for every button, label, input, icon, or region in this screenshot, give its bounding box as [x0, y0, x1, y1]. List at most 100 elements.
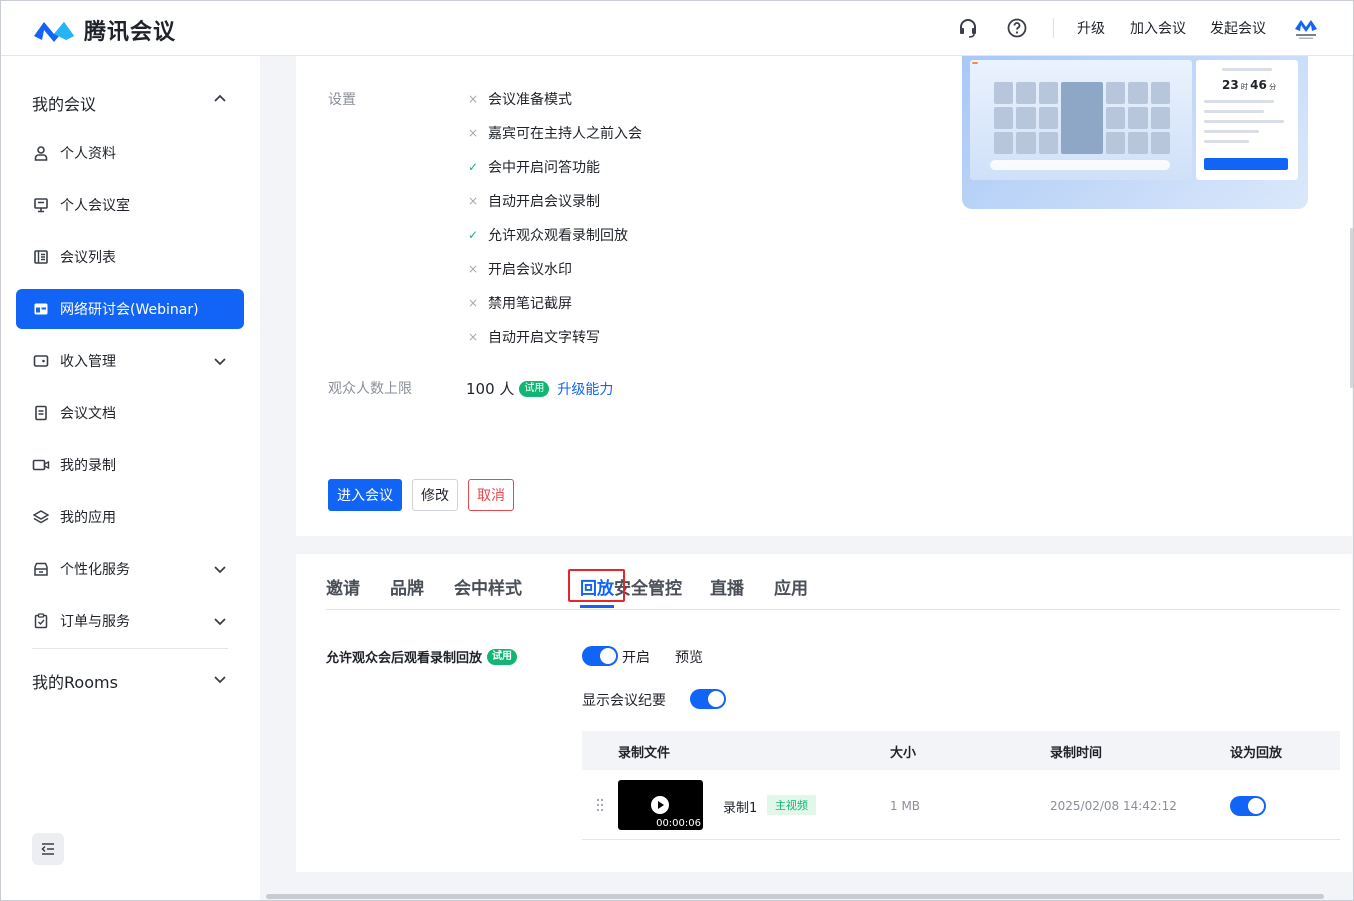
column-header: 设为回放: [1230, 746, 1283, 761]
column-header: 录制时间: [1050, 746, 1103, 761]
chevron-down-icon[interactable]: [212, 561, 228, 577]
recording-size: 1 MB: [890, 799, 921, 813]
preview-register-button: [1204, 158, 1288, 170]
trial-badge: 试用: [519, 380, 550, 397]
sidebar-item-personalized[interactable]: 个性化服务: [16, 549, 244, 589]
sidebar-item-personal-room[interactable]: 个人会议室: [16, 185, 244, 225]
sidebar-item-label: 网络研讨会(Webinar): [60, 302, 199, 318]
sidebar-group-my-rooms[interactable]: 我的Rooms: [32, 669, 118, 693]
table-header: 录制文件 大小 录制时间 设为回放: [582, 731, 1340, 770]
sidebar: 我的会议 个人资料 个人会议室 会议列表 网络研讨会(Webinar) 收入管理…: [0, 56, 260, 901]
sidebar-item-label: 收入管理: [60, 354, 116, 370]
sidebar-divider: [32, 648, 228, 649]
tab-highlight-box: [568, 569, 625, 602]
sidebar-item-label: 个人资料: [60, 146, 116, 162]
preview-countdown: 23 时 46 分: [1222, 78, 1277, 92]
sidebar-item-recordings[interactable]: 我的录制: [16, 445, 244, 485]
sidebar-item-income[interactable]: 收入管理: [16, 341, 244, 381]
help-icon[interactable]: [1006, 17, 1028, 39]
cross-icon: ×: [467, 330, 479, 344]
preview-stage: [970, 60, 1192, 180]
user-icon: [32, 144, 50, 162]
setting-item: × 自动开启会议录制: [467, 194, 600, 210]
sidebar-item-label: 会议文档: [60, 406, 116, 422]
headset-icon[interactable]: [957, 17, 979, 39]
sidebar-item-documents[interactable]: 会议文档: [16, 393, 244, 433]
enter-meeting-button[interactable]: 进入会议: [328, 479, 402, 511]
sidebar-item-apps[interactable]: 我的应用: [16, 497, 244, 537]
upgrade-link[interactable]: 升级: [1077, 18, 1105, 38]
chevron-down-icon[interactable]: [212, 613, 228, 629]
preview-link[interactable]: 预览: [675, 647, 703, 667]
settings-label: 设置: [328, 92, 356, 108]
allow-playback-option: 允许观众会后观看录制回放 试用: [326, 647, 518, 666]
tab-brand[interactable]: 品牌: [390, 574, 424, 599]
preview-toolbar: [990, 160, 1170, 170]
recording-duration: 00:00:06: [656, 818, 701, 829]
cross-icon: ×: [467, 92, 479, 106]
cross-icon: ×: [467, 296, 479, 310]
check-icon: ✓: [467, 228, 479, 242]
tab-apps[interactable]: 应用: [774, 574, 808, 599]
setting-item: × 开启会议水印: [467, 262, 572, 278]
sidebar-item-label: 我的应用: [60, 510, 116, 526]
audience-limit: 100 人 试用 升级能力: [466, 378, 613, 399]
chevron-down-icon[interactable]: [212, 353, 228, 369]
trial-badge: 试用: [487, 648, 518, 665]
setting-item: × 自动开启文字转写: [467, 330, 600, 346]
chevron-up-icon[interactable]: [212, 91, 228, 107]
allow-playback-toggle[interactable]: [582, 646, 618, 666]
setting-item: ✓ 允许观众观看录制回放: [467, 228, 628, 244]
recording-table: 录制文件 大小 录制时间 设为回放 00:00:06 录制1 主视频 1 MB …: [582, 731, 1340, 840]
vertical-scrollbar[interactable]: [1350, 228, 1353, 388]
sidebar-item-webinar[interactable]: 网络研讨会(Webinar): [16, 289, 244, 329]
monitor-icon: [32, 196, 50, 214]
setting-item: × 禁用笔记截屏: [467, 296, 572, 312]
column-header: 大小: [890, 746, 917, 761]
sidebar-item-label: 订单与服务: [60, 614, 130, 630]
sidebar-item-label: 会议列表: [60, 250, 116, 266]
audience-limit-value: 100 人: [466, 380, 515, 398]
setting-item: × 会议准备模式: [467, 92, 572, 108]
sidebar-item-label: 个性化服务: [60, 562, 130, 578]
sidebar-item-meeting-list[interactable]: 会议列表: [16, 237, 244, 277]
sidebar-group-my-meetings[interactable]: 我的会议: [32, 91, 96, 115]
recording-name[interactable]: 录制1: [723, 797, 757, 816]
avatar[interactable]: [1293, 15, 1319, 41]
play-icon[interactable]: [651, 796, 669, 814]
header-divider: [1053, 18, 1054, 38]
column-header: 录制文件: [618, 746, 671, 761]
collapse-sidebar-button[interactable]: [32, 833, 64, 865]
webinar-settings-card: 邀请 品牌 会中样式 回放 安全管控 直播 应用 允许观众会后观看录制回放 试用…: [296, 554, 1352, 872]
app-logo[interactable]: 腾讯会议: [32, 14, 176, 46]
tab-invite[interactable]: 邀请: [326, 574, 360, 599]
start-meeting-link[interactable]: 发起会议: [1210, 18, 1266, 38]
sidebar-item-label: 个人会议室: [60, 198, 130, 214]
preview-countdown-panel: 23 时 46 分: [1196, 60, 1298, 180]
edit-button[interactable]: 修改: [412, 479, 458, 511]
cancel-meeting-button[interactable]: 取消: [468, 479, 514, 511]
wallet-icon: [32, 352, 50, 370]
sidebar-item-profile[interactable]: 个人资料: [16, 133, 244, 173]
clipboard-icon: [32, 612, 50, 630]
chevron-down-icon[interactable]: [212, 671, 228, 687]
webinar-icon: [32, 300, 50, 318]
drag-handle-icon[interactable]: [596, 798, 604, 812]
tab-live[interactable]: 直播: [710, 574, 744, 599]
tab-meeting-style[interactable]: 会中样式: [454, 574, 522, 599]
upgrade-capacity-link[interactable]: 升级能力: [557, 379, 613, 399]
setting-item: × 嘉宾可在主持人之前入会: [467, 126, 642, 142]
allow-playback-label: 允许观众会后观看录制回放: [326, 651, 483, 666]
preview-tag: [972, 62, 978, 64]
cross-icon: ×: [467, 194, 479, 208]
show-summary-label: 显示会议纪要: [582, 693, 666, 709]
sidebar-item-orders[interactable]: 订单与服务: [16, 601, 244, 641]
setting-item: ✓ 会中开启问答功能: [467, 160, 600, 176]
cross-icon: ×: [467, 262, 479, 276]
join-meeting-link[interactable]: 加入会议: [1130, 18, 1186, 38]
show-summary-toggle[interactable]: [690, 689, 726, 709]
recording-time: 2025/02/08 14:42:12: [1050, 799, 1177, 813]
recording-thumbnail[interactable]: 00:00:06: [618, 780, 703, 830]
set-playback-toggle[interactable]: [1230, 796, 1266, 816]
horizontal-scrollbar[interactable]: [266, 894, 1324, 899]
